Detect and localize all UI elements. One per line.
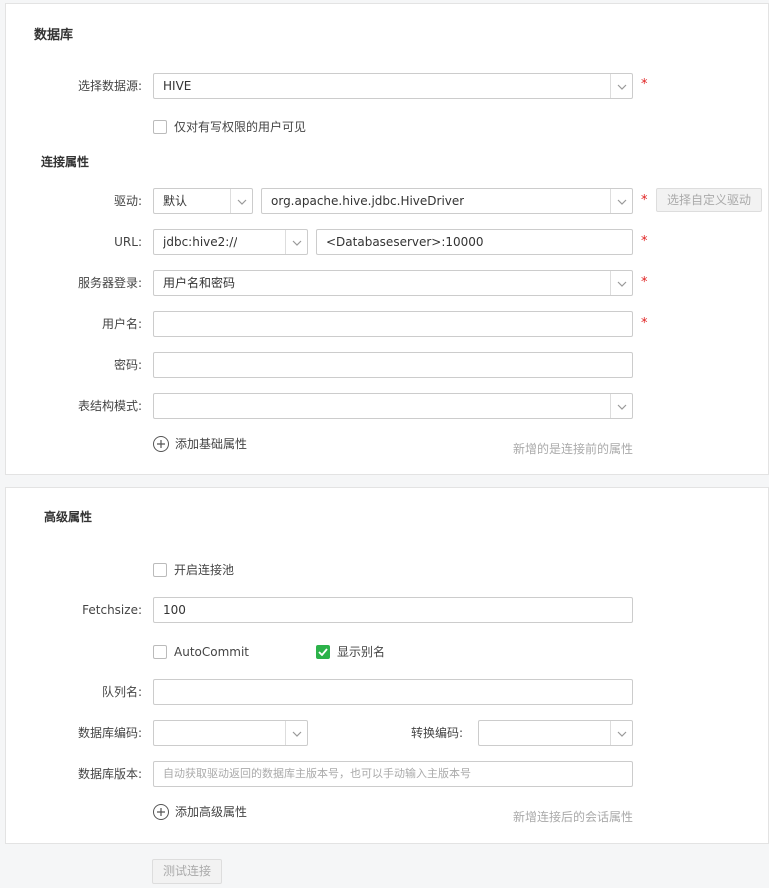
chevron-down-icon[interactable] [610, 721, 632, 745]
password-input[interactable] [153, 352, 633, 378]
database-title: 数据库 [34, 28, 74, 43]
connection-pool-checkbox[interactable] [153, 563, 167, 577]
add-basic-property-button[interactable]: 添加基础属性 [153, 436, 273, 452]
advanced-panel: 高级属性 开启连接池 Fetchsize: 100 AutoCommit 显示别… [5, 487, 769, 844]
datasource-value: HIVE [163, 79, 192, 93]
show-alias-checkbox[interactable] [316, 645, 330, 659]
writable-only-label: 仅对有写权限的用户可见 [174, 120, 307, 134]
convert-encoding-select[interactable] [478, 720, 633, 746]
chevron-down-icon[interactable] [610, 394, 632, 418]
add-basic-property-label: 添加基础属性 [175, 437, 248, 451]
driver-mode-select[interactable]: 默认 [153, 188, 253, 214]
schema-select[interactable] [153, 393, 633, 419]
db-version-placeholder: 自动获取驱动返回的数据库主版本号，也可以手动输入主版本号 [163, 767, 471, 780]
add-advanced-property-label: 添加高级属性 [175, 805, 248, 819]
server-login-value: 用户名和密码 [163, 276, 236, 290]
connection-pool-label: 开启连接池 [174, 563, 235, 577]
autocommit-label: AutoCommit [174, 645, 249, 659]
queue-input[interactable] [153, 679, 633, 705]
datasource-label: 选择数据源: [77, 79, 142, 93]
url-prefix-select[interactable]: jdbc:hive2:// [153, 229, 308, 255]
connection-section-title: 连接属性 [41, 155, 90, 169]
db-version-input[interactable]: 自动获取驱动返回的数据库主版本号，也可以手动输入主版本号 [153, 761, 633, 787]
advanced-property-hint: 新增连接后的会话属性 [513, 810, 634, 824]
username-label: 用户名: [101, 317, 142, 331]
plus-circle-icon [153, 804, 169, 820]
driver-class-value: org.apache.hive.jdbc.HiveDriver [271, 194, 465, 208]
plus-circle-icon [153, 436, 169, 452]
required-mark: * [641, 275, 648, 290]
basic-property-hint: 新增的是连接前的属性 [513, 442, 634, 456]
queue-label: 队列名: [101, 685, 142, 699]
url-address-value: <Databaseserver>:10000 [326, 235, 484, 249]
test-connection-button[interactable]: 测试连接 [152, 859, 222, 884]
chevron-down-icon[interactable] [285, 230, 307, 254]
db-encoding-select[interactable] [153, 720, 308, 746]
password-label: 密码: [113, 358, 142, 372]
db-version-label: 数据库版本: [77, 767, 142, 781]
required-mark: * [641, 316, 648, 331]
add-advanced-property-button[interactable]: 添加高级属性 [153, 804, 273, 820]
custom-driver-button[interactable]: 选择自定义驱动 [656, 188, 762, 212]
server-login-label: 服务器登录: [77, 276, 142, 290]
url-label: URL: [114, 235, 142, 249]
fetchsize-label: Fetchsize: [82, 603, 142, 617]
required-mark: * [641, 77, 648, 92]
driver-mode-value: 默认 [163, 194, 188, 208]
required-mark: * [641, 193, 648, 208]
fetchsize-input[interactable]: 100 [153, 597, 633, 623]
chevron-down-icon[interactable] [230, 189, 252, 213]
chevron-down-icon[interactable] [610, 189, 632, 213]
url-address-input[interactable]: <Databaseserver>:10000 [316, 229, 633, 255]
database-panel: 数据库 选择数据源: HIVE * 仅对有写权限的用户可见 连接属性 驱动: 默… [5, 3, 769, 475]
show-alias-label: 显示别名 [337, 645, 386, 659]
check-icon [318, 648, 328, 656]
chevron-down-icon[interactable] [285, 721, 307, 745]
url-prefix-value: jdbc:hive2:// [163, 235, 238, 249]
chevron-down-icon[interactable] [610, 271, 632, 295]
driver-class-select[interactable]: org.apache.hive.jdbc.HiveDriver [261, 188, 633, 214]
server-login-select[interactable]: 用户名和密码 [153, 270, 633, 296]
convert-encoding-label: 转换编码: [410, 726, 463, 740]
chevron-down-icon[interactable] [610, 74, 632, 98]
datasource-select[interactable]: HIVE [153, 73, 633, 99]
driver-label: 驱动: [113, 194, 142, 208]
writable-only-checkbox[interactable] [153, 120, 167, 134]
schema-label: 表结构模式: [77, 399, 142, 413]
required-mark: * [641, 234, 648, 249]
fetchsize-value: 100 [163, 603, 186, 617]
advanced-title: 高级属性 [44, 510, 93, 524]
username-input[interactable] [153, 311, 633, 337]
autocommit-checkbox[interactable] [153, 645, 167, 659]
db-encoding-label: 数据库编码: [77, 726, 142, 740]
